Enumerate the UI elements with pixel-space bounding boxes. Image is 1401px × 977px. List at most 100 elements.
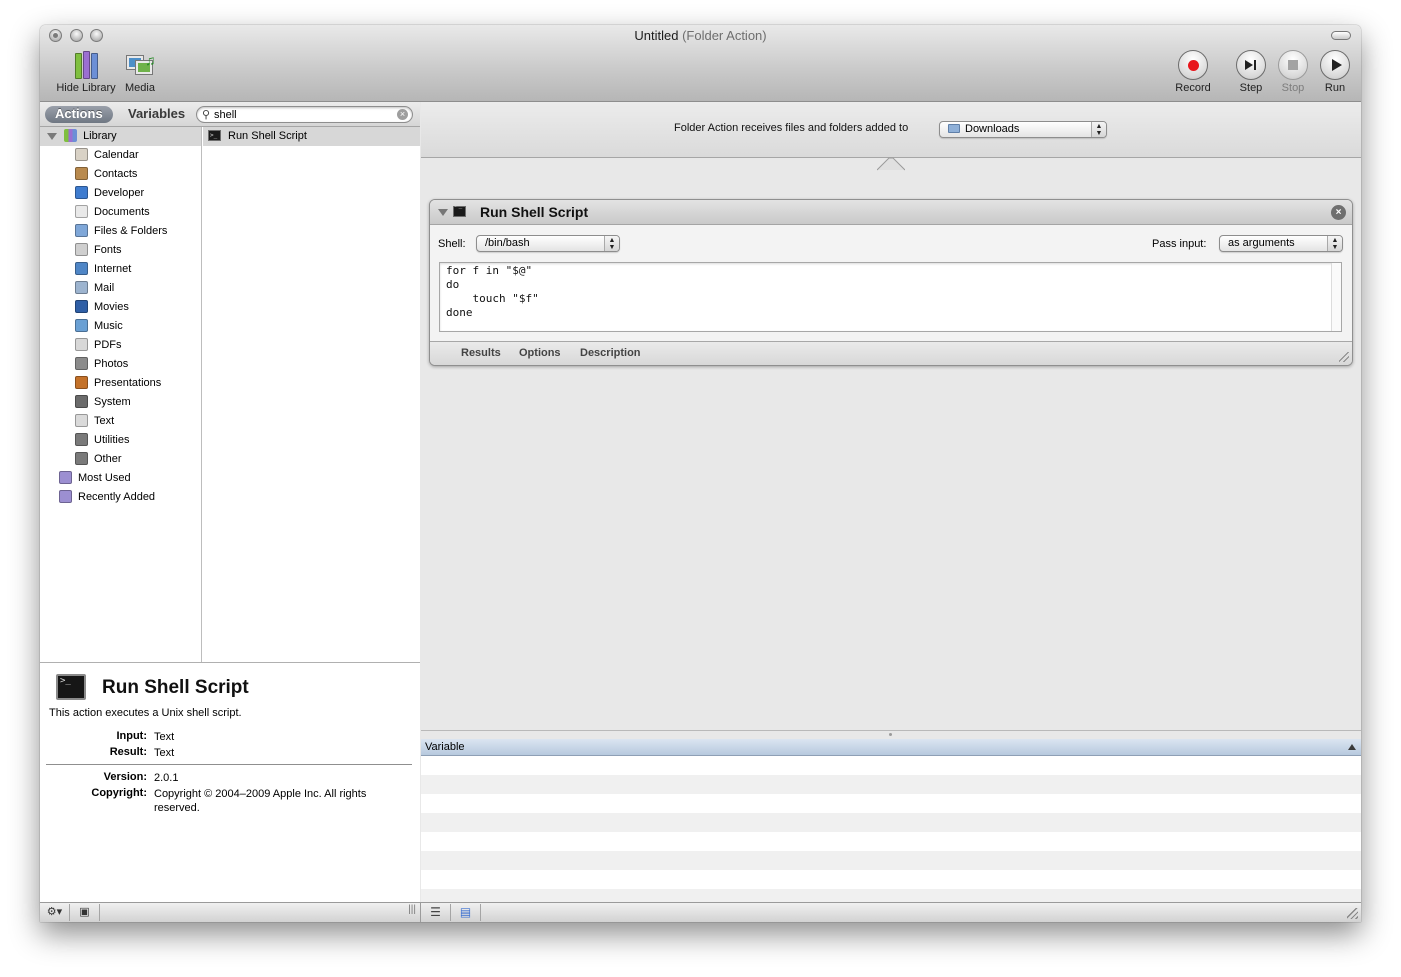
folder-action-bar: Folder Action receives files and folders…: [421, 102, 1361, 158]
variables-table[interactable]: Variable: [421, 739, 1361, 902]
description-pane: Run Shell Script This action executes a …: [40, 662, 420, 902]
shell-label: Shell:: [438, 238, 466, 250]
script-editor[interactable]: for f in "$@" do touch "$f" done: [439, 262, 1342, 332]
description-tab[interactable]: Description: [580, 347, 641, 359]
description-toggle-button[interactable]: ▣: [70, 904, 100, 921]
sidebar-item-presentations[interactable]: Presentations: [40, 374, 201, 393]
developer-icon: [75, 185, 88, 199]
library-root[interactable]: Library: [40, 127, 201, 146]
system-icon: [75, 394, 88, 408]
sidebar-item-internet[interactable]: Internet: [40, 260, 201, 279]
sidebar-item-calendar[interactable]: Calendar: [40, 146, 201, 165]
pass-input-popup[interactable]: as arguments ▲ ▼: [1219, 235, 1343, 252]
popup-arrows-icon: ▲ ▼: [1327, 236, 1342, 251]
run-button[interactable]: Run: [1317, 49, 1353, 94]
automator-window: Untitled (Folder Action) Hide Library ♫ …: [40, 25, 1361, 922]
gear-menu-button[interactable]: ⚙▾: [40, 904, 70, 921]
action-footer: Results Options Description: [430, 341, 1352, 365]
window-title: Untitled (Folder Action): [40, 28, 1361, 43]
toolbar-toggle-button[interactable]: [1331, 31, 1351, 40]
stop-button[interactable]: Stop: [1275, 49, 1311, 94]
window-resize-grip-icon[interactable]: [1347, 908, 1358, 919]
step-label: Step: [1239, 82, 1263, 94]
table-row: [421, 851, 1361, 870]
sidebar-item-label: Music: [94, 320, 123, 332]
sidebar-item-mail[interactable]: Mail: [40, 279, 201, 298]
sidebar-item-label: System: [94, 396, 131, 408]
connector-notch-icon: [877, 157, 905, 171]
script-text[interactable]: for f in "$@" do touch "$f" done: [446, 264, 539, 320]
step-button[interactable]: Step: [1233, 49, 1269, 94]
media-button[interactable]: ♫ Media: [122, 49, 158, 94]
sidebar-item-pdfs[interactable]: PDFs: [40, 336, 201, 355]
sidebar-item-contacts[interactable]: Contacts: [40, 165, 201, 184]
sidebar-item-text[interactable]: Text: [40, 412, 201, 431]
action-title: Run Shell Script: [480, 204, 589, 220]
result-label: Result:: [109, 746, 147, 758]
smart-folder-icon: [59, 489, 72, 503]
library-tree[interactable]: Library Calendar Contacts Developer Documen…: [40, 127, 202, 662]
tab-actions[interactable]: Actions: [45, 106, 113, 123]
sidebar-item-label: Movies: [94, 301, 129, 313]
library-icon: [64, 128, 78, 142]
collapse-triangle-icon[interactable]: [438, 209, 448, 216]
results-tab[interactable]: Results: [461, 347, 501, 359]
smart-folder-icon: [59, 470, 72, 484]
action-list[interactable]: Run Shell Script: [203, 126, 420, 662]
description-toggle-icon: ▣: [79, 906, 90, 918]
sidebar-item-photos[interactable]: Photos: [40, 355, 201, 374]
hide-library-button[interactable]: Hide Library: [47, 49, 125, 94]
sidebar-item-other[interactable]: Other: [40, 450, 201, 469]
sidebar-item-label: Recently Added: [78, 491, 156, 503]
shell-popup[interactable]: /bin/bash ▲ ▼: [476, 235, 620, 252]
resize-grip-icon[interactable]: [1339, 352, 1349, 362]
terminal-icon: [453, 202, 466, 217]
variable-column-header[interactable]: Variable: [421, 739, 1361, 756]
tab-variables[interactable]: Variables: [118, 106, 195, 123]
sidebar-item-fonts[interactable]: Fonts: [40, 241, 201, 260]
sidebar-item-documents[interactable]: Documents: [40, 203, 201, 222]
sidebar-item-movies[interactable]: Movies: [40, 298, 201, 317]
options-tab[interactable]: Options: [519, 347, 561, 359]
log-view-button[interactable]: ▤: [451, 904, 481, 921]
action-header[interactable]: Run Shell Script ×: [430, 200, 1352, 225]
hide-library-label: Hide Library: [56, 82, 116, 94]
search-input[interactable]: [214, 107, 384, 122]
input-label: Input:: [116, 730, 147, 742]
record-button[interactable]: Record: [1173, 49, 1213, 94]
table-row: [421, 775, 1361, 794]
sidebar-item-music[interactable]: Music: [40, 317, 201, 336]
sidebar-item-system[interactable]: System: [40, 393, 201, 412]
library-root-label: Library: [83, 130, 117, 142]
run-shell-script-action[interactable]: Run Shell Script × Shell: /bin/bash ▲▼ P…: [429, 199, 1353, 366]
play-icon: [1319, 49, 1351, 81]
variables-split-handle[interactable]: [421, 730, 1361, 739]
internet-icon: [75, 261, 88, 275]
sidebar-item-recently-added[interactable]: Recently Added: [40, 488, 201, 507]
sidebar-item-label: Photos: [94, 358, 129, 370]
library-books-icon: [70, 49, 102, 81]
folder-icon: [75, 223, 88, 237]
list-item[interactable]: Run Shell Script: [203, 126, 420, 146]
folder-popup-value: Downloads: [965, 123, 1020, 135]
sidebar-item-developer[interactable]: Developer: [40, 184, 201, 203]
script-scrollbar[interactable]: [1331, 263, 1341, 331]
movies-icon: [75, 299, 88, 313]
sidebar-item-utilities[interactable]: Utilities: [40, 431, 201, 450]
sidebar-item-files-folders[interactable]: Files & Folders: [40, 222, 201, 241]
remove-action-icon[interactable]: ×: [1331, 205, 1346, 220]
sidebar-item-label: Internet: [94, 263, 132, 275]
version-row: Version: 2.0.1: [40, 771, 420, 787]
table-row: [421, 813, 1361, 832]
calendar-icon: [75, 147, 88, 161]
clear-search-icon[interactable]: ×: [397, 109, 408, 120]
sidebar-item-most-used[interactable]: Most Used: [40, 469, 201, 488]
search-field[interactable]: ⚲ ×: [196, 106, 413, 123]
split-handle-icon[interactable]: |||: [408, 904, 416, 915]
folder-icon: [948, 123, 960, 133]
popup-arrows-icon: ▲ ▼: [604, 236, 619, 251]
disclosure-triangle-icon[interactable]: [47, 132, 57, 140]
library-pane: Actions Variables ⚲ × Library Calendar Co…: [40, 102, 420, 902]
folder-popup[interactable]: Downloads ▲ ▼: [939, 121, 1107, 138]
list-view-button[interactable]: ☰: [421, 904, 451, 921]
